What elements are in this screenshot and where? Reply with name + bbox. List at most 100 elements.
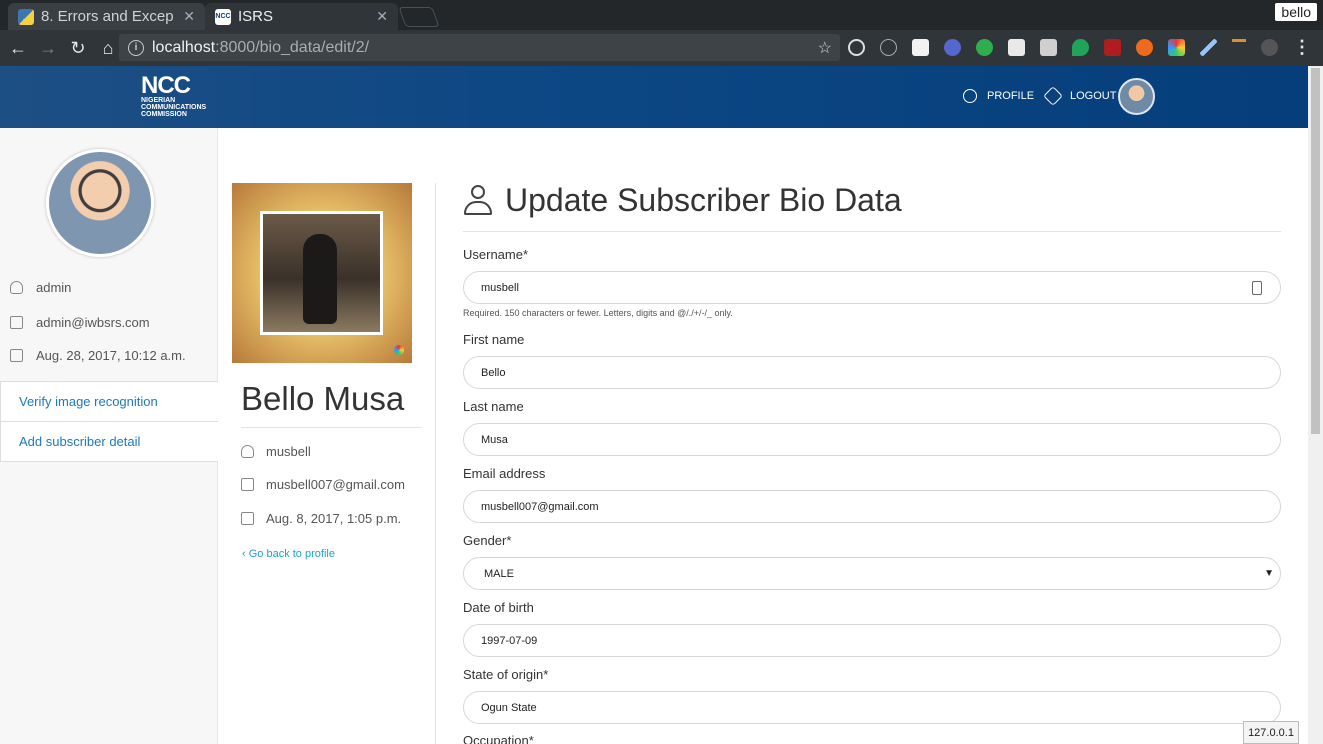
password-manager-icon[interactable]	[1252, 281, 1262, 295]
browser-profile-name[interactable]: bello	[1275, 3, 1317, 21]
sidebar-menu: Verify image recognition Add subscriber …	[0, 381, 218, 462]
admin-email: admin@iwbsrs.com	[36, 315, 150, 330]
close-icon[interactable]: ✕	[183, 8, 195, 25]
state-of-origin-label: State of origin*	[463, 667, 549, 682]
browser-toolbar: ← → ↻ ⌂ i localhost:8000/bio_data/edit/2…	[0, 30, 1323, 66]
tab-title: ISRS	[238, 8, 274, 25]
state-of-origin-input[interactable]: Ogun State	[463, 691, 1281, 724]
page-title: Update Subscriber Bio Data	[463, 182, 902, 219]
extension-puzzle-icon[interactable]	[912, 39, 929, 56]
first-name-label: First name	[463, 332, 525, 347]
avatar[interactable]	[1118, 78, 1155, 115]
extension-color-icon[interactable]	[1168, 39, 1185, 56]
site-header: NCC Nigerian Communications Commission P…	[0, 66, 1308, 128]
column-divider	[435, 183, 436, 744]
home-icon[interactable]: ⌂	[94, 34, 122, 62]
address-bar[interactable]: i localhost:8000/bio_data/edit/2/ ☆	[119, 34, 840, 61]
admin-sidebar: admin admin@iwbsrs.com Aug. 28, 2017, 10…	[0, 128, 218, 744]
new-tab-button[interactable]	[398, 7, 440, 27]
close-icon[interactable]: ✕	[376, 8, 388, 25]
user-circle-icon	[963, 89, 977, 103]
first-name-input[interactable]: Bello	[463, 356, 1281, 389]
ncc-icon: NCC	[215, 8, 231, 25]
sidebar-item-verify-image[interactable]: Verify image recognition	[0, 382, 218, 422]
last-name-value: Musa	[481, 433, 508, 446]
subscriber-email-row: musbell007@gmail.com	[241, 477, 405, 492]
browser-tab-errors[interactable]: 8. Errors and Excep ✕	[8, 3, 205, 30]
dob-label: Date of birth	[463, 600, 534, 615]
calendar-icon	[10, 349, 23, 362]
calendar-icon	[241, 512, 254, 525]
page-scrollbar[interactable]	[1308, 66, 1323, 744]
divider	[463, 231, 1281, 232]
extension-dark-icon[interactable]	[1261, 39, 1278, 56]
ncc-logo[interactable]: NCC Nigerian Communications Commission	[141, 72, 207, 119]
reload-icon[interactable]: ↻	[64, 34, 92, 62]
first-name-value: Bello	[481, 366, 506, 379]
subscriber-username: musbell	[266, 444, 311, 459]
user-icon	[463, 184, 493, 218]
caret-down-icon: ▼	[1264, 568, 1274, 579]
extension-dj2-icon[interactable]	[1040, 39, 1057, 56]
extension-id-icon[interactable]	[976, 39, 993, 56]
subscriber-joined: Aug. 8, 2017, 1:05 p.m.	[266, 511, 402, 526]
dob-value: 1997-07-09	[481, 634, 538, 647]
email-value: musbell007@gmail.com	[481, 500, 599, 513]
browser-tab-strip: 8. Errors and Excep ✕ NCC ISRS ✕ bello	[0, 0, 1323, 30]
logout-label: LOGOUT	[1070, 90, 1117, 102]
status-bar-url: 127.0.0.1	[1243, 721, 1299, 744]
browser-tab-isrs[interactable]: NCC ISRS ✕	[205, 3, 398, 30]
admin-joined: Aug. 28, 2017, 10:12 a.m.	[36, 348, 186, 363]
extension-target-icon[interactable]	[848, 39, 865, 56]
profile-link[interactable]: PROFILE	[963, 89, 1034, 103]
extension-a-icon[interactable]	[880, 39, 897, 56]
page-title-text: Update Subscriber Bio Data	[505, 182, 902, 218]
username-value: musbell	[481, 281, 519, 294]
logo-text-line: Nigerian	[141, 97, 176, 104]
back-link-label: Go back to profile	[248, 548, 335, 560]
state-of-origin-value: Ogun State	[481, 701, 537, 714]
extension-red-icon[interactable]	[1104, 39, 1121, 56]
scrollbar-thumb[interactable]	[1311, 68, 1320, 434]
dob-input[interactable]: 1997-07-09	[463, 624, 1281, 657]
sidebar-item-add-subscriber[interactable]: Add subscriber detail	[0, 422, 218, 462]
info-icon[interactable]: i	[128, 39, 144, 56]
back-to-profile-link[interactable]: ‹ Go back to profile	[242, 548, 335, 560]
star-icon[interactable]: ☆	[818, 38, 832, 58]
occupation-label: Occupation*	[463, 733, 534, 744]
last-name-label: Last name	[463, 399, 524, 414]
username-input[interactable]: musbell	[463, 271, 1281, 304]
gender-value: MALE	[484, 567, 514, 580]
last-name-input[interactable]: Musa	[463, 423, 1281, 456]
email-label: Email address	[463, 466, 546, 481]
logout-link[interactable]: LOGOUT	[1043, 86, 1117, 106]
python-icon	[18, 8, 34, 25]
extension-r-icon[interactable]	[944, 39, 961, 56]
extension-pen-icon[interactable]	[1200, 39, 1217, 56]
extension-green-icon[interactable]	[1072, 39, 1089, 56]
url-path: :8000/bio_data/edit/2/	[215, 38, 370, 56]
logo-text-line: Communications	[141, 104, 207, 111]
email-field[interactable]: musbell007@gmail.com	[463, 490, 1281, 523]
gender-select[interactable]: MALE ▼	[463, 557, 1281, 590]
gender-label: Gender*	[463, 533, 512, 548]
subscriber-figure	[303, 234, 337, 324]
url-host: localhost	[152, 38, 216, 56]
profile-label: PROFILE	[987, 90, 1035, 102]
extension-icons	[848, 39, 1293, 56]
user-icon	[10, 281, 23, 294]
extension-orange-icon[interactable]	[1136, 39, 1153, 56]
browser-menu-icon[interactable]: ⋮	[1293, 37, 1311, 58]
subscriber-joined-row: Aug. 8, 2017, 1:05 p.m.	[241, 511, 401, 526]
back-arrow-icon[interactable]: ←	[4, 34, 32, 62]
forward-arrow-icon[interactable]: →	[34, 34, 62, 62]
tab-title: 8. Errors and Excep	[41, 8, 174, 25]
logo-mark: NCC	[141, 72, 191, 99]
envelope-icon	[241, 478, 254, 491]
extension-t-icon[interactable]	[1232, 39, 1246, 56]
extension-dj-icon[interactable]	[1008, 39, 1025, 56]
admin-username-row: admin	[10, 280, 71, 295]
camera-app-badge-icon	[394, 345, 404, 355]
rocket-icon	[1043, 86, 1063, 106]
admin-email-row: admin@iwbsrs.com	[10, 315, 150, 330]
